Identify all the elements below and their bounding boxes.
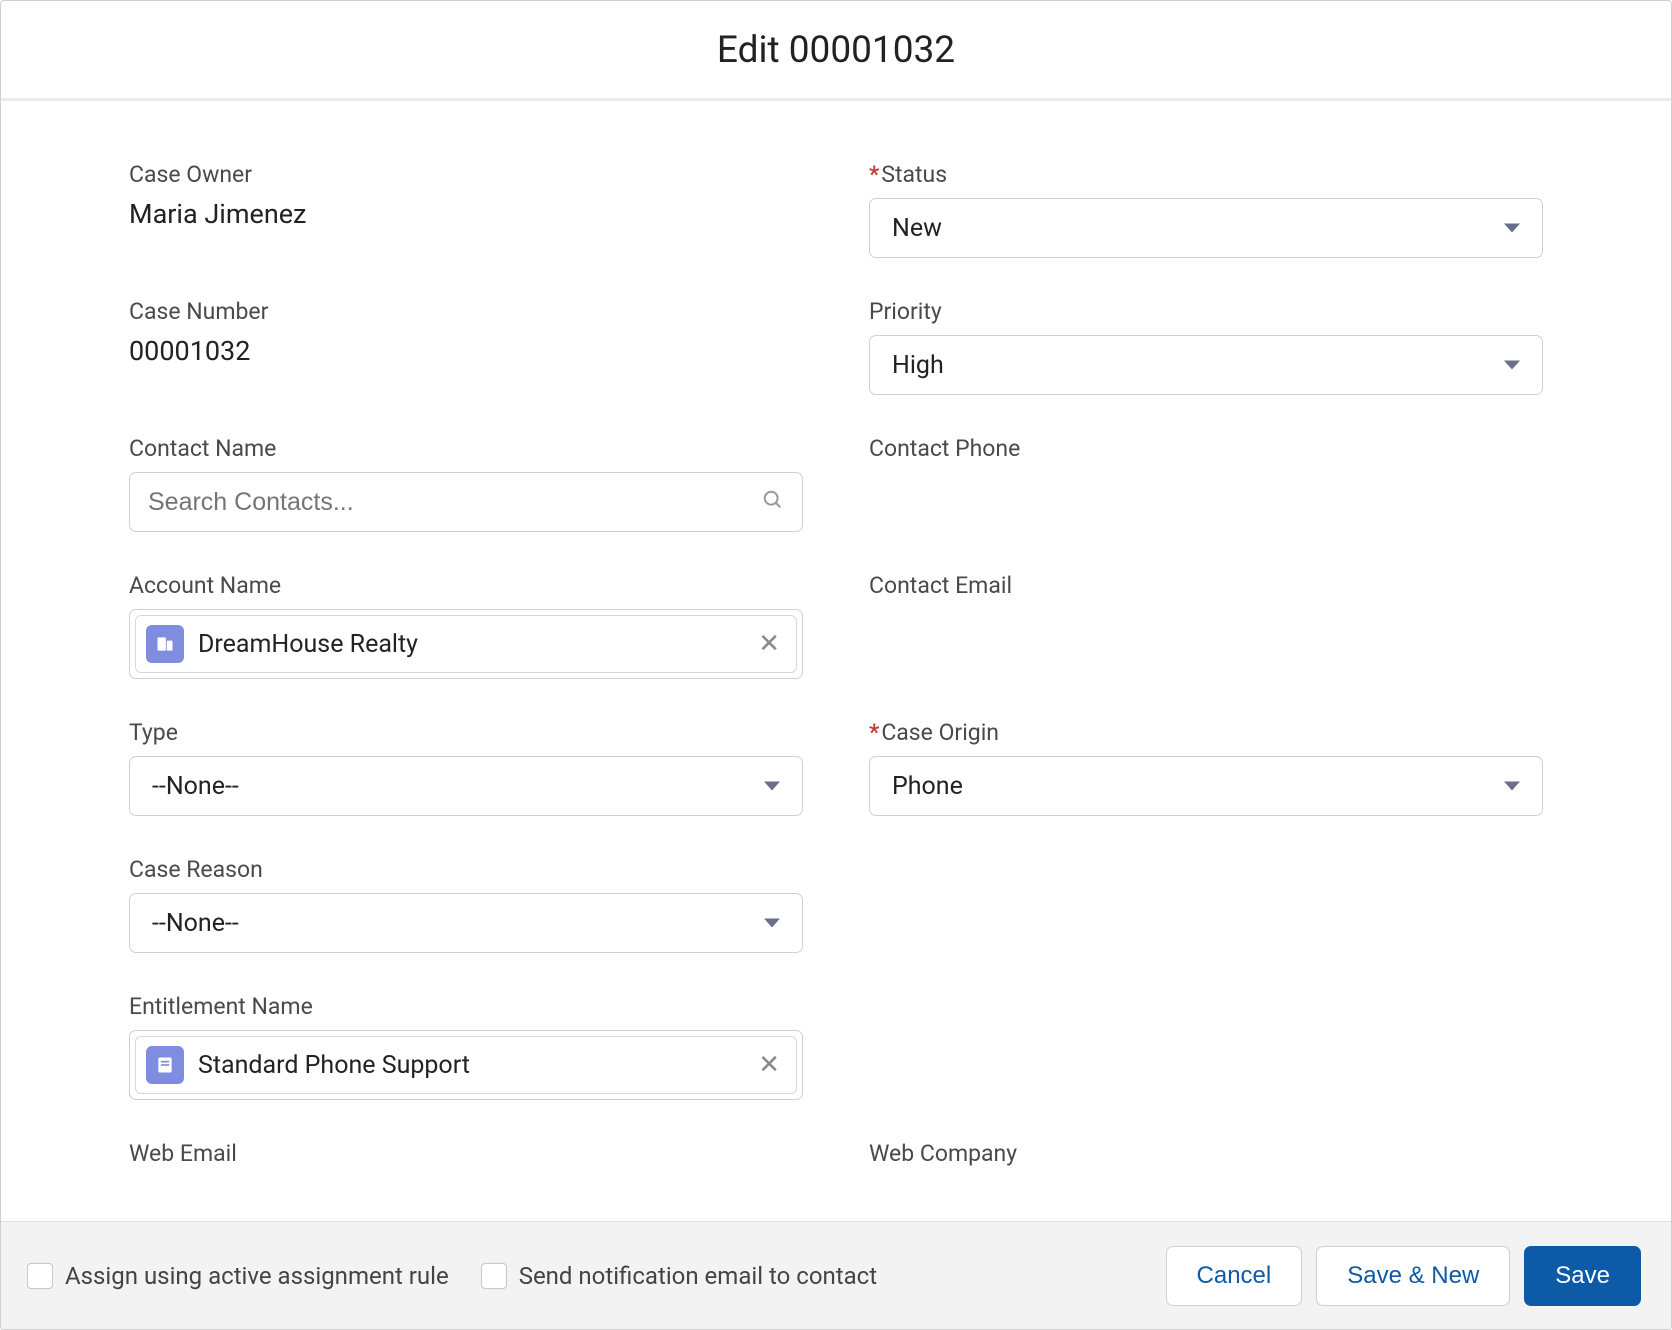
- entitlement-name-value: Standard Phone Support: [198, 1051, 740, 1080]
- chevron-down-icon: [1504, 782, 1520, 791]
- contact-email-label: Contact Email: [869, 572, 1543, 599]
- modal-header: Edit 00001032: [1, 1, 1671, 101]
- case-origin-select[interactable]: Phone: [869, 756, 1543, 816]
- entitlement-name-label: Entitlement Name: [129, 993, 803, 1020]
- field-case-reason: Case Reason --None--: [129, 856, 803, 953]
- assign-rule-group: Assign using active assignment rule: [27, 1262, 449, 1290]
- account-name-pill: DreamHouse Realty ✕: [135, 615, 797, 673]
- type-select[interactable]: --None--: [129, 756, 803, 816]
- field-contact-email: Contact Email: [869, 572, 1543, 679]
- send-notification-label: Send notification email to contact: [519, 1262, 877, 1290]
- account-name-value: DreamHouse Realty: [198, 630, 740, 659]
- web-company-label: Web Company: [869, 1140, 1543, 1167]
- chevron-down-icon: [1504, 224, 1520, 233]
- save-button[interactable]: Save: [1524, 1246, 1641, 1306]
- remove-account-button[interactable]: ✕: [754, 625, 784, 663]
- web-email-label: Web Email: [129, 1140, 803, 1167]
- case-reason-select[interactable]: --None--: [129, 893, 803, 953]
- field-web-email: Web Email: [129, 1140, 803, 1177]
- search-icon: [762, 489, 784, 515]
- remove-entitlement-button[interactable]: ✕: [754, 1046, 784, 1084]
- field-type: Type --None--: [129, 719, 803, 826]
- field-status: *Status New: [869, 161, 1543, 258]
- status-value: New: [892, 214, 942, 243]
- field-case-owner: Case Owner Maria Jimenez: [129, 161, 803, 258]
- field-case-number: Case Number 00001032: [129, 298, 803, 395]
- entitlement-icon: [146, 1046, 184, 1084]
- required-indicator: *: [869, 161, 879, 188]
- required-indicator: *: [869, 719, 879, 746]
- cancel-button[interactable]: Cancel: [1166, 1246, 1303, 1306]
- send-notification-checkbox[interactable]: [481, 1263, 507, 1289]
- priority-label: Priority: [869, 298, 1543, 325]
- account-name-lookup[interactable]: DreamHouse Realty ✕: [129, 609, 803, 679]
- send-notification-group: Send notification email to contact: [481, 1262, 877, 1290]
- edit-case-modal: Edit 00001032 Case Owner Maria Jimenez *…: [0, 0, 1672, 1330]
- contact-phone-label: Contact Phone: [869, 435, 1543, 462]
- assign-rule-checkbox[interactable]: [27, 1263, 53, 1289]
- status-select[interactable]: New: [869, 198, 1543, 258]
- contact-name-label: Contact Name: [129, 435, 803, 462]
- case-reason-label: Case Reason: [129, 856, 803, 883]
- contact-name-input[interactable]: [148, 488, 762, 517]
- priority-select[interactable]: High: [869, 335, 1543, 395]
- case-number-value: 00001032: [129, 335, 803, 367]
- modal-body: Case Owner Maria Jimenez *Status New Cas…: [1, 101, 1671, 1221]
- case-owner-value: Maria Jimenez: [129, 198, 803, 230]
- account-icon: [146, 625, 184, 663]
- field-web-company: Web Company: [869, 1140, 1543, 1177]
- priority-value: High: [892, 351, 944, 380]
- chevron-down-icon: [764, 782, 780, 791]
- case-number-label: Case Number: [129, 298, 803, 325]
- field-entitlement-name: Entitlement Name Standard Phone Support …: [129, 993, 803, 1100]
- type-value: --None--: [152, 772, 239, 801]
- status-label: *Status: [869, 161, 1543, 188]
- field-case-origin: *Case Origin Phone: [869, 719, 1543, 816]
- case-reason-value: --None--: [152, 909, 239, 938]
- modal-title: Edit 00001032: [1, 29, 1671, 72]
- field-account-name: Account Name DreamHouse Realty ✕: [129, 572, 803, 679]
- type-label: Type: [129, 719, 803, 746]
- modal-footer: Assign using active assignment rule Send…: [1, 1221, 1671, 1329]
- field-contact-name: Contact Name: [129, 435, 803, 532]
- chevron-down-icon: [764, 919, 780, 928]
- account-name-label: Account Name: [129, 572, 803, 599]
- contact-name-lookup[interactable]: [129, 472, 803, 532]
- case-owner-label: Case Owner: [129, 161, 803, 188]
- save-and-new-button[interactable]: Save & New: [1316, 1246, 1510, 1306]
- assign-rule-label: Assign using active assignment rule: [65, 1262, 449, 1290]
- chevron-down-icon: [1504, 361, 1520, 370]
- case-origin-value: Phone: [892, 772, 963, 801]
- entitlement-name-pill: Standard Phone Support ✕: [135, 1036, 797, 1094]
- entitlement-name-lookup[interactable]: Standard Phone Support ✕: [129, 1030, 803, 1100]
- field-contact-phone: Contact Phone: [869, 435, 1543, 532]
- case-origin-label: *Case Origin: [869, 719, 1543, 746]
- field-priority: Priority High: [869, 298, 1543, 395]
